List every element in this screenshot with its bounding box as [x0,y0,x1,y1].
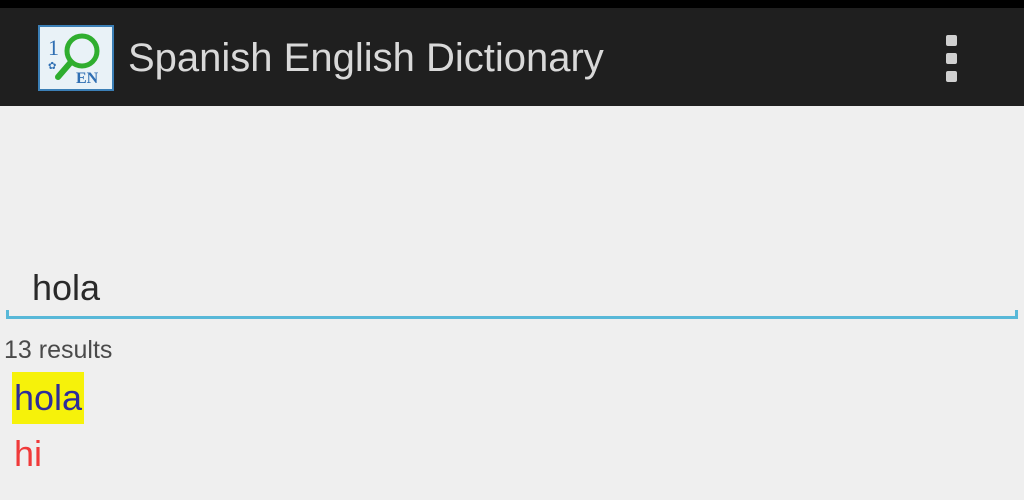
status-bar-strip [0,0,1024,8]
search-input-underline [6,310,1018,319]
menu-dot [945,52,957,64]
action-bar: 1 ✿ EN Spanish English Dictionary [0,8,1024,106]
svg-text:EN: EN [76,70,99,87]
result-word[interactable]: hola [12,372,85,424]
svg-text:✿: ✿ [48,61,56,72]
dictionary-magnifier-icon[interactable]: 1 ✿ EN [38,25,114,91]
more-vert-icon[interactable] [926,26,976,90]
search-input[interactable] [6,256,1018,320]
menu-dot [945,34,957,46]
results-count: 13 results [4,336,113,364]
result-translation[interactable]: hi [14,430,42,478]
app-title: Spanish English Dictionary [128,36,604,80]
menu-dot [945,70,957,82]
svg-text:1: 1 [48,35,59,60]
